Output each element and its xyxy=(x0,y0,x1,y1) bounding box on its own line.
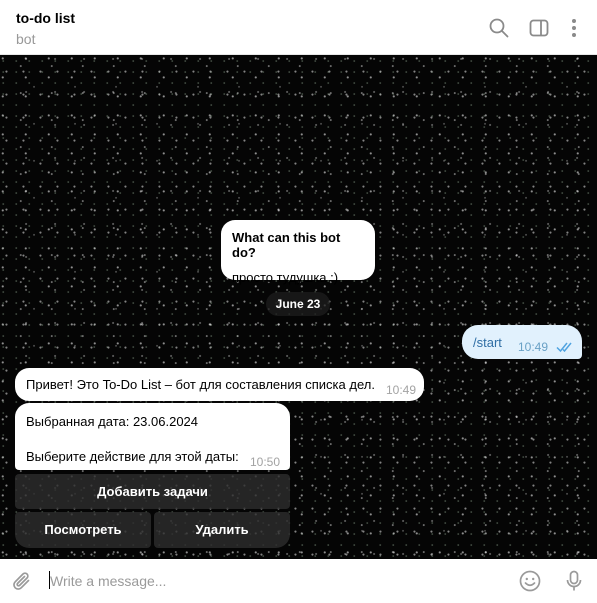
microphone-icon[interactable] xyxy=(562,569,586,593)
incoming-message[interactable]: Привет! Это To-Do List – бот для составл… xyxy=(15,368,424,401)
delete-tasks-button[interactable]: Удалить xyxy=(154,512,290,548)
add-tasks-button[interactable]: Добавить задачи xyxy=(15,474,290,509)
double-check-icon xyxy=(556,340,576,353)
outgoing-message-text[interactable]: /start xyxy=(473,335,502,350)
message-input[interactable] xyxy=(50,570,490,592)
incoming-message-text: Привет! Это To-Do List – бот для составл… xyxy=(26,377,375,392)
chat-subtitle: bot xyxy=(16,31,36,47)
incoming-message-text: Выбранная дата: 23.06.2024 xyxy=(26,414,199,429)
date-separator[interactable]: June 23 xyxy=(266,292,330,316)
intro-answer: просто тудушка :) xyxy=(232,270,339,285)
chat-area[interactable]: What can this bot do? просто тудушка :) … xyxy=(0,55,597,559)
outgoing-message-time: 10:49 xyxy=(518,340,549,354)
incoming-message-time: 10:49 xyxy=(386,383,417,397)
incoming-message[interactable]: Выбранная дата: 23.06.2024 Выберите дейс… xyxy=(15,403,290,470)
message-composer xyxy=(0,559,597,603)
attach-icon[interactable] xyxy=(11,569,35,593)
incoming-message-text: Выберите действие для этой даты: xyxy=(26,449,239,464)
sidebar-toggle-icon[interactable] xyxy=(528,17,550,39)
chat-header: to-do list bot xyxy=(0,0,597,55)
bot-intro-card: What can this bot do? просто тудушка :) xyxy=(221,220,375,285)
outgoing-message[interactable]: /start 10:49 xyxy=(462,325,582,359)
more-vertical-icon[interactable] xyxy=(563,17,585,39)
incoming-message-time: 10:50 xyxy=(250,455,281,469)
intro-question: What can this bot do? xyxy=(232,230,341,260)
chat-title[interactable]: to-do list xyxy=(16,10,75,26)
emoji-icon[interactable] xyxy=(518,569,542,593)
view-tasks-button[interactable]: Посмотреть xyxy=(15,512,151,548)
search-icon[interactable] xyxy=(488,17,510,39)
